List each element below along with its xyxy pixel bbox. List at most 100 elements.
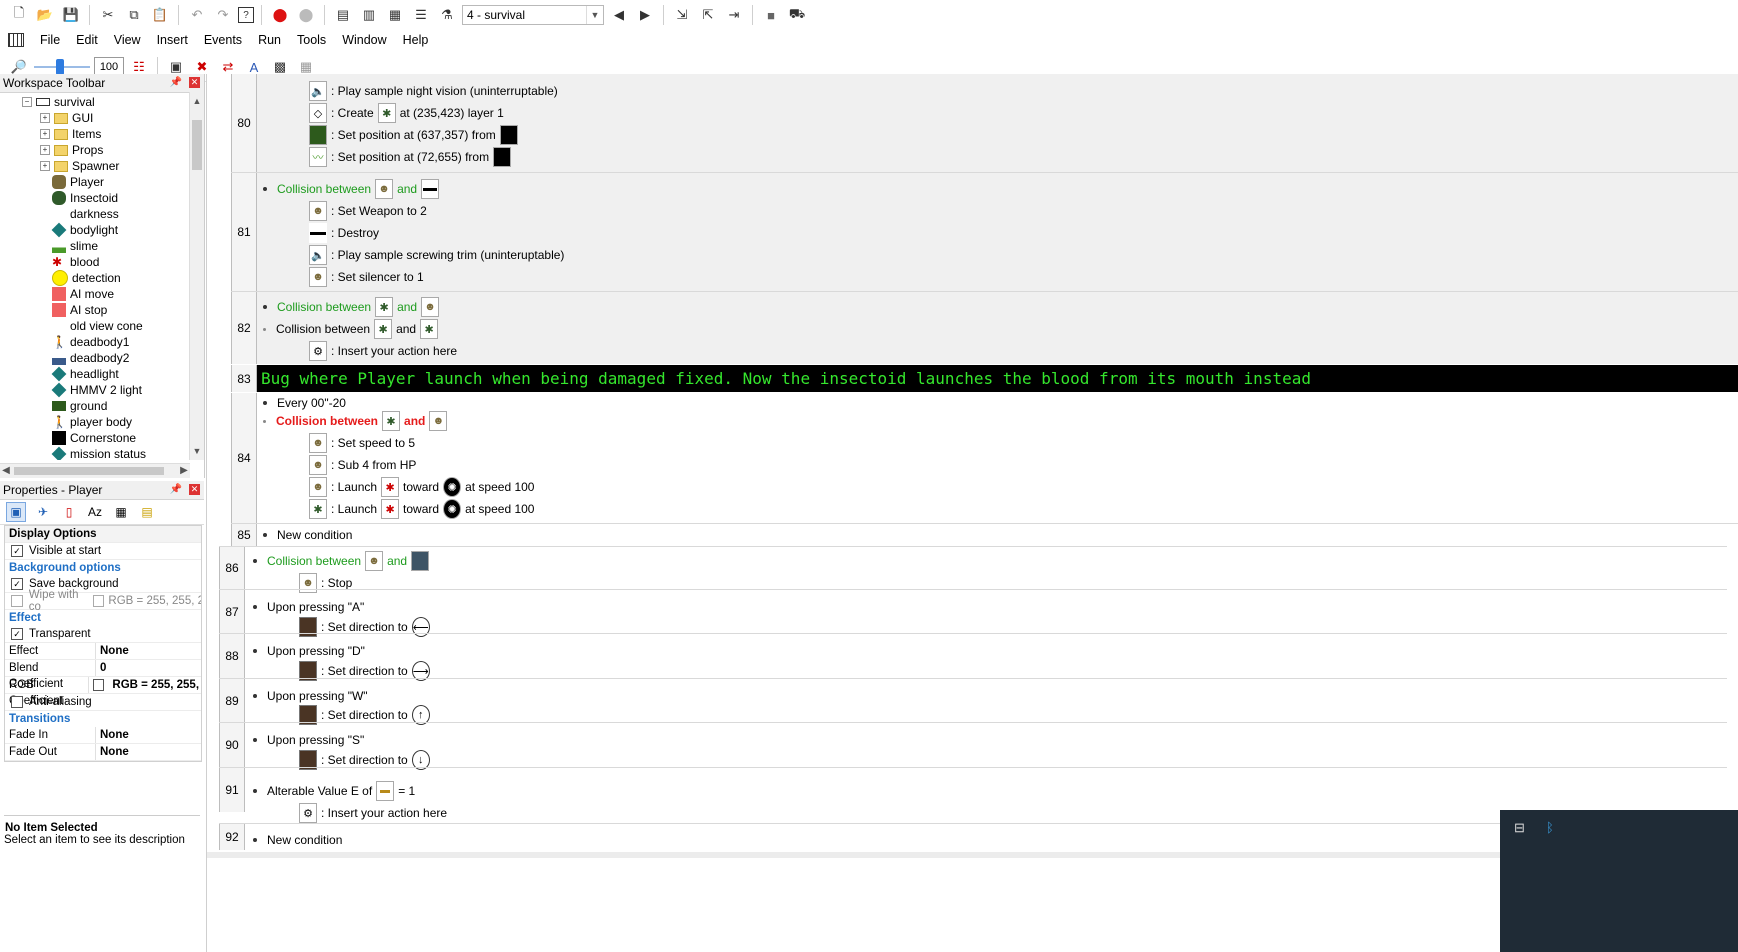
- forward-icon[interactable]: ⬤: [295, 4, 317, 26]
- menu-window[interactable]: Window: [342, 33, 386, 47]
- prop-value[interactable]: None: [96, 746, 129, 758]
- tab-values-icon[interactable]: ▯: [60, 503, 78, 521]
- checkbox-checked[interactable]: ✓: [11, 578, 23, 590]
- event-list-icon[interactable]: ☰: [410, 4, 432, 26]
- previous-frame-icon[interactable]: ◀: [608, 4, 630, 26]
- tab-movement-icon[interactable]: ✈: [34, 503, 52, 521]
- run-build-icon[interactable]: ⇥: [723, 4, 745, 26]
- action-line[interactable]: : Destroy: [309, 222, 379, 244]
- tree-object[interactable]: AI move: [52, 286, 114, 302]
- event-number[interactable]: 84: [231, 393, 257, 523]
- next-frame-icon[interactable]: ▶: [634, 4, 656, 26]
- close-icon[interactable]: ✕: [189, 484, 200, 495]
- condition-line[interactable]: Upon pressing "A": [253, 599, 364, 615]
- event-number[interactable]: 90: [219, 723, 245, 767]
- frame-editor-icon[interactable]: ▥: [358, 4, 380, 26]
- action-line[interactable]: ☻: Stop: [299, 572, 352, 594]
- run-application-icon[interactable]: ⇲: [671, 4, 693, 26]
- app-grid-icon[interactable]: [8, 33, 24, 47]
- pin-icon[interactable]: 📌: [170, 77, 182, 88]
- tab-events-icon[interactable]: Az: [86, 503, 104, 521]
- storyboard-editor-icon[interactable]: ▤: [332, 4, 354, 26]
- condition-line[interactable]: Collision between ☻ and: [253, 550, 430, 572]
- scroll-thumb[interactable]: [192, 120, 202, 170]
- run-frame-icon[interactable]: ⇱: [697, 4, 719, 26]
- paste-icon[interactable]: 📋: [149, 4, 171, 26]
- chevron-down-icon[interactable]: ▼: [190, 444, 204, 458]
- menu-view[interactable]: View: [114, 33, 141, 47]
- condition-line[interactable]: Upon pressing "W": [253, 688, 368, 704]
- tab-about-icon[interactable]: ▤: [138, 503, 156, 521]
- event-number[interactable]: 82: [231, 292, 257, 364]
- tree-object[interactable]: detection: [52, 270, 121, 286]
- chevron-left-icon[interactable]: ◀: [0, 464, 12, 478]
- action-line[interactable]: ⚙: Insert your action here: [309, 340, 457, 362]
- action-line[interactable]: ◇: Create ✱ at (235,423) layer 1: [309, 102, 504, 124]
- prop-value[interactable]: RGB = 255, 255, 2: [108, 679, 201, 691]
- menu-events[interactable]: Events: [204, 33, 242, 47]
- event-number[interactable]: 87: [219, 590, 245, 633]
- event-number[interactable]: 85: [231, 524, 257, 546]
- event-number[interactable]: 92: [219, 824, 245, 850]
- scroll-thumb[interactable]: [14, 467, 164, 475]
- action-line[interactable]: : Set direction to ⟵: [299, 616, 430, 638]
- condition-line[interactable]: New condition: [253, 829, 342, 851]
- menu-insert[interactable]: Insert: [157, 33, 188, 47]
- expand-icon[interactable]: +: [40, 161, 50, 171]
- frame-select[interactable]: 4 - survival ▼: [462, 5, 604, 25]
- menu-edit[interactable]: Edit: [76, 33, 98, 47]
- menu-help[interactable]: Help: [403, 33, 429, 47]
- tree-object[interactable]: mission status: [51, 446, 146, 460]
- event-number[interactable]: 80: [231, 74, 257, 172]
- event-number[interactable]: 91: [219, 768, 245, 812]
- action-line[interactable]: ⚙: Insert your action here: [299, 802, 447, 824]
- condition-line[interactable]: Alterable Value E of = 1: [253, 780, 415, 802]
- condition-line[interactable]: Collision between ☻ and: [263, 178, 440, 200]
- action-line[interactable]: ☻: Sub 4 from HP: [309, 454, 416, 476]
- stop-icon[interactable]: ■: [760, 4, 782, 26]
- help-icon[interactable]: ?: [238, 7, 254, 23]
- workspace-vscrollbar[interactable]: ▲ ▼: [189, 92, 204, 460]
- action-line[interactable]: ☻: Set silencer to 1: [309, 266, 424, 288]
- bluetooth-icon[interactable]: ᛒ: [1546, 820, 1554, 835]
- prop-effect[interactable]: Effect None: [5, 643, 201, 660]
- condition-line[interactable]: New condition: [263, 524, 352, 546]
- debugger-icon[interactable]: ⛟: [786, 4, 808, 26]
- tree-object[interactable]: headlight: [51, 366, 119, 382]
- tree-folder-items[interactable]: + Items: [40, 126, 101, 142]
- cut-icon[interactable]: ✂: [97, 4, 119, 26]
- action-line[interactable]: : Set position at (637,357) from: [309, 124, 518, 146]
- copy-icon[interactable]: ⧉: [123, 4, 145, 26]
- open-folder-icon[interactable]: 📂: [34, 4, 56, 26]
- expand-icon[interactable]: +: [40, 129, 50, 139]
- action-line[interactable]: 〰: Set position at (72,655) from: [309, 146, 512, 168]
- chevron-up-icon[interactable]: ▲: [190, 94, 204, 108]
- prop-blend-coefficient[interactable]: Blend Coefficient 0: [5, 660, 201, 690]
- collapse-icon[interactable]: −: [22, 97, 32, 107]
- prop-visible-at-start[interactable]: ✓ Visible at start: [5, 543, 201, 560]
- tree-object[interactable]: HMMV 2 light: [51, 382, 142, 398]
- checkbox-checked[interactable]: ✓: [11, 545, 23, 557]
- menu-file[interactable]: File: [40, 33, 60, 47]
- tree-folder-props[interactable]: + Props: [40, 142, 103, 158]
- tree-object[interactable]: 🚶 deadbody1: [52, 334, 129, 350]
- tree-object[interactable]: deadbody2: [52, 350, 129, 366]
- notification-icon[interactable]: ⊟: [1514, 820, 1525, 836]
- tree-folder-spawner[interactable]: + Spawner: [40, 158, 119, 174]
- action-line[interactable]: 🔈: Play sample screwing trim (uninterupt…: [309, 244, 564, 266]
- prop-rgb-coefficient[interactable]: RGB Coefficient RGB = 255, 255, 2: [5, 677, 201, 707]
- save-icon[interactable]: 💾: [60, 4, 82, 26]
- tree-object[interactable]: darkness: [52, 206, 119, 222]
- tree-object[interactable]: slime: [52, 238, 98, 254]
- event-number[interactable]: 88: [219, 634, 245, 678]
- workspace-hscrollbar[interactable]: ◀ ▶: [0, 463, 190, 478]
- tree-object[interactable]: bodylight: [51, 222, 118, 238]
- menu-run[interactable]: Run: [258, 33, 281, 47]
- redo-icon[interactable]: ↷: [212, 4, 234, 26]
- expand-icon[interactable]: +: [40, 113, 50, 123]
- tab-size-icon[interactable]: ▦: [112, 503, 130, 521]
- prop-fade-out[interactable]: Fade Out None: [5, 744, 201, 761]
- condition-line[interactable]: Upon pressing "D": [253, 643, 365, 659]
- menu-tools[interactable]: Tools: [297, 33, 326, 47]
- condition-line[interactable]: Upon pressing "S": [253, 732, 364, 748]
